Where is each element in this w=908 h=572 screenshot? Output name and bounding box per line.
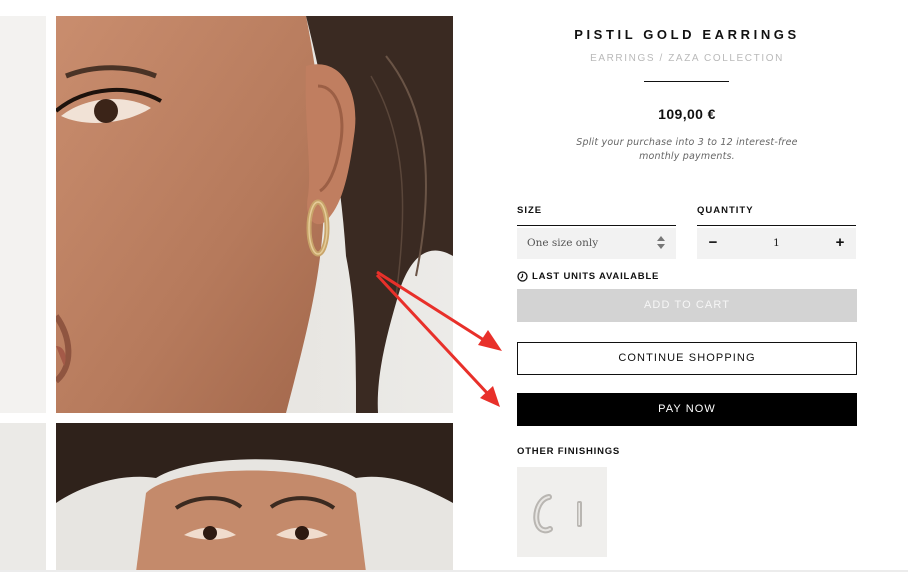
silver-earring-thumbnail bbox=[533, 494, 582, 534]
add-to-cart-button[interactable]: ADD TO CART bbox=[517, 289, 857, 322]
product-title: PISTIL GOLD EARRINGS bbox=[574, 27, 800, 42]
select-arrows-icon bbox=[656, 234, 666, 252]
breadcrumb[interactable]: EARRINGS / ZAZA COLLECTION bbox=[517, 53, 857, 64]
quantity-decrement-button[interactable]: − bbox=[703, 233, 723, 253]
installments-note: Split your purchase into 3 to 12 interes… bbox=[576, 137, 798, 162]
product-photo-ear[interactable] bbox=[56, 16, 453, 413]
product-photo-face[interactable] bbox=[56, 423, 453, 572]
stock-notice-text: LAST UNITS AVAILABLE bbox=[532, 271, 660, 282]
pay-now-button[interactable]: PAY NOW bbox=[517, 393, 857, 426]
size-select-value: One size only bbox=[527, 237, 599, 249]
quantity-value[interactable]: 1 bbox=[737, 237, 816, 249]
quantity-increment-button[interactable]: + bbox=[830, 233, 850, 253]
clock-icon bbox=[517, 271, 528, 282]
stock-notice: LAST UNITS AVAILABLE bbox=[517, 271, 659, 282]
size-select[interactable]: One size only bbox=[517, 228, 676, 259]
title-divider bbox=[644, 81, 729, 82]
quantity-rule bbox=[697, 225, 856, 226]
thumbnail-strip-top[interactable] bbox=[0, 16, 46, 413]
product-price: 109,00 € bbox=[658, 106, 716, 122]
quantity-stepper[interactable]: − 1 + bbox=[697, 228, 856, 259]
size-rule bbox=[517, 225, 676, 226]
continue-shopping-button[interactable]: CONTINUE SHOPPING bbox=[517, 342, 857, 375]
quantity-label: QUANTITY bbox=[697, 205, 754, 216]
other-finishings-label: OTHER FINISHINGS bbox=[517, 446, 621, 457]
finishing-option-silver[interactable] bbox=[517, 467, 607, 557]
thumbnail-strip-bottom[interactable] bbox=[0, 423, 46, 572]
size-label: SIZE bbox=[517, 205, 543, 216]
